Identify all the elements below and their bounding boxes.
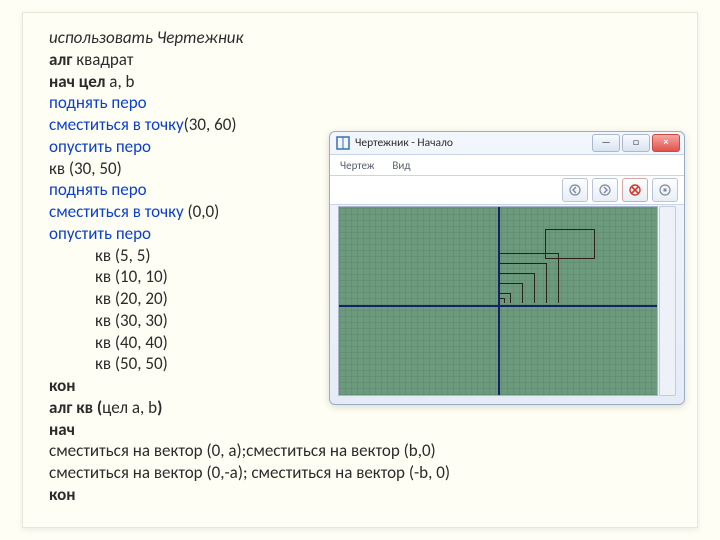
code-line: поднять перо — [49, 92, 677, 114]
code-line: нач цел a, b — [49, 71, 677, 93]
code-line: кон — [49, 484, 677, 506]
window-titlebar[interactable]: Чертежник - Начало — □ × — [330, 132, 684, 154]
drawing-canvas[interactable] — [338, 206, 658, 396]
code-line: использовать Чертежник — [49, 27, 677, 49]
code-line: сместиться на вектор (0, a);сместиться н… — [49, 440, 677, 462]
chertezhnik-window: Чертежник - Начало — □ × Чертеж Вид — [329, 131, 685, 405]
tool-next-button[interactable] — [592, 178, 618, 202]
tool-step-button[interactable] — [652, 178, 678, 202]
vertical-scrollbar[interactable] — [659, 206, 676, 396]
code-line: сместиться на вектор (0,-a); сместиться … — [49, 462, 677, 484]
window-menubar: Чертеж Вид — [330, 154, 684, 176]
tool-stop-button[interactable] — [622, 178, 648, 202]
drawn-nested-rect — [499, 253, 559, 303]
tool-prev-button[interactable] — [562, 178, 588, 202]
menu-vid[interactable]: Вид — [392, 159, 410, 172]
minimize-button[interactable]: — — [592, 134, 620, 152]
code-line: алг квадрат — [49, 49, 677, 71]
app-icon — [336, 136, 350, 150]
maximize-button[interactable]: □ — [622, 134, 650, 152]
menu-chertezh[interactable]: Чертеж — [340, 159, 374, 172]
window-toolbar — [330, 176, 684, 205]
slide-card: использовать Чертежник алг квадрат нач ц… — [22, 12, 698, 528]
code-line: нач — [49, 419, 677, 441]
window-title: Чертежник - Начало — [355, 136, 592, 150]
close-button[interactable]: × — [652, 134, 680, 152]
